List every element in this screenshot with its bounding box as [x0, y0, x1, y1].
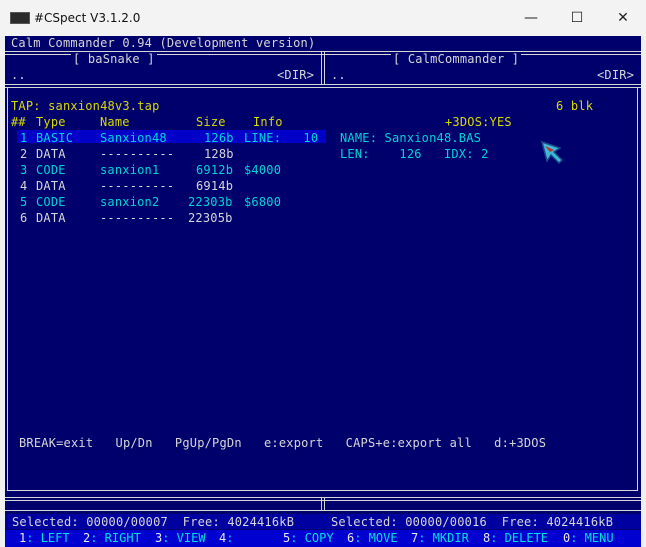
minimize-button[interactable]: —: [508, 0, 554, 36]
col-header-info: Info: [253, 115, 283, 129]
divider: [637, 87, 638, 491]
emulator-screen[interactable]: Calm Commander 0.94 (Development version…: [5, 36, 641, 547]
right-status: Selected: 00000/00016 Free: 4024416kB: [331, 515, 614, 529]
row-5-size[interactable]: 22303b: [188, 195, 233, 209]
divider: [321, 52, 322, 84]
right-parent-dir[interactable]: ..: [331, 68, 346, 82]
divider: [321, 497, 322, 511]
maximize-button[interactable]: ☐: [554, 0, 600, 36]
col-header-name: Name: [100, 115, 130, 129]
detail-len: LEN: 126 IDX: 2: [340, 147, 489, 161]
row-6-type[interactable]: DATA: [36, 211, 66, 225]
app-icon: [10, 12, 30, 24]
col-header-type: Type: [36, 115, 66, 129]
left-panel-title: [ baSnake ]: [71, 52, 157, 66]
divider: [5, 87, 641, 88]
col-header-num: ##: [11, 115, 26, 129]
plus3dos-flag: +3DOS:YES: [445, 115, 512, 129]
left-parent-dir[interactable]: ..: [11, 68, 26, 82]
detail-name: NAME: Sanxion48.BAS: [340, 131, 482, 145]
divider: [5, 84, 641, 85]
row-3-num[interactable]: 3: [20, 163, 27, 177]
tap-file-label: TAP: sanxion48v3.tap: [11, 99, 160, 113]
window-title: #CSpect V3.1.2.0: [34, 11, 141, 25]
divider: [7, 490, 638, 491]
mouse-pointer-icon: [540, 140, 564, 165]
row-1-num[interactable]: 1: [20, 131, 27, 145]
left-dir-tag: <DIR>: [277, 68, 315, 82]
row-3-info[interactable]: $4000: [244, 163, 281, 177]
row-2-type[interactable]: DATA: [36, 147, 66, 161]
divider: [5, 500, 641, 501]
fkey-7-mkdir[interactable]: 7: MKDIR: [411, 531, 469, 545]
row-3-size[interactable]: 6912b: [196, 163, 233, 177]
app-title: Calm Commander 0.94 (Development version…: [11, 36, 316, 50]
fkey-5-copy[interactable]: 5: COPY: [283, 531, 334, 545]
row-6-size[interactable]: 22305b: [188, 211, 233, 225]
row-1-size[interactable]: 126b: [204, 131, 234, 145]
close-button[interactable]: ✕: [600, 0, 646, 36]
row-5-num[interactable]: 5: [20, 195, 27, 209]
row-2-num[interactable]: 2: [20, 147, 27, 161]
fkey-2-right[interactable]: 2: RIGHT: [83, 531, 141, 545]
row-4-type[interactable]: DATA: [36, 179, 66, 193]
divider: [324, 52, 325, 84]
right-dir-tag: <DIR>: [597, 68, 635, 82]
row-2-size[interactable]: 128b: [204, 147, 234, 161]
divider: [7, 87, 8, 491]
fkey-3-view[interactable]: 3: VIEW: [155, 531, 206, 545]
row-3-type[interactable]: CODE: [36, 163, 66, 177]
left-status: Selected: 00000/00007 Free: 4024416kB: [12, 515, 295, 529]
row-4-size[interactable]: 6914b: [196, 179, 233, 193]
divider: [5, 510, 641, 511]
fkey-1-left[interactable]: 1: LEFT: [19, 531, 70, 545]
row-2-name[interactable]: ----------: [100, 147, 174, 161]
divider: [5, 497, 641, 498]
help-line: BREAK=exit Up/Dn PgUp/PgDn e:export CAPS…: [19, 436, 547, 450]
row-5-type[interactable]: CODE: [36, 195, 66, 209]
row-5-name[interactable]: sanxion2: [100, 195, 159, 209]
row-3-name[interactable]: sanxion1: [100, 163, 159, 177]
row-1-name[interactable]: Sanxion48: [100, 131, 167, 145]
row-6-num[interactable]: 6: [20, 211, 27, 225]
block-count: 6 blk: [556, 99, 594, 113]
row-5-info[interactable]: $6800: [244, 195, 281, 209]
row-6-name[interactable]: ----------: [100, 211, 174, 225]
col-header-size: Size: [196, 115, 226, 129]
row-1-type[interactable]: BASIC: [36, 131, 73, 145]
fkey-4[interactable]: 4:: [219, 531, 233, 545]
fkey-6-move[interactable]: 6: MOVE: [347, 531, 398, 545]
fkey-8-delete[interactable]: 8: DELETE: [483, 531, 548, 545]
divider: [324, 497, 325, 511]
row-4-name[interactable]: ----------: [100, 179, 174, 193]
right-panel-title: [ CalmCommander ]: [391, 52, 522, 66]
row-1-info[interactable]: LINE: 10: [244, 131, 318, 145]
row-4-num[interactable]: 4: [20, 179, 27, 193]
fkey-0-menu[interactable]: 0: MENU: [563, 531, 614, 545]
